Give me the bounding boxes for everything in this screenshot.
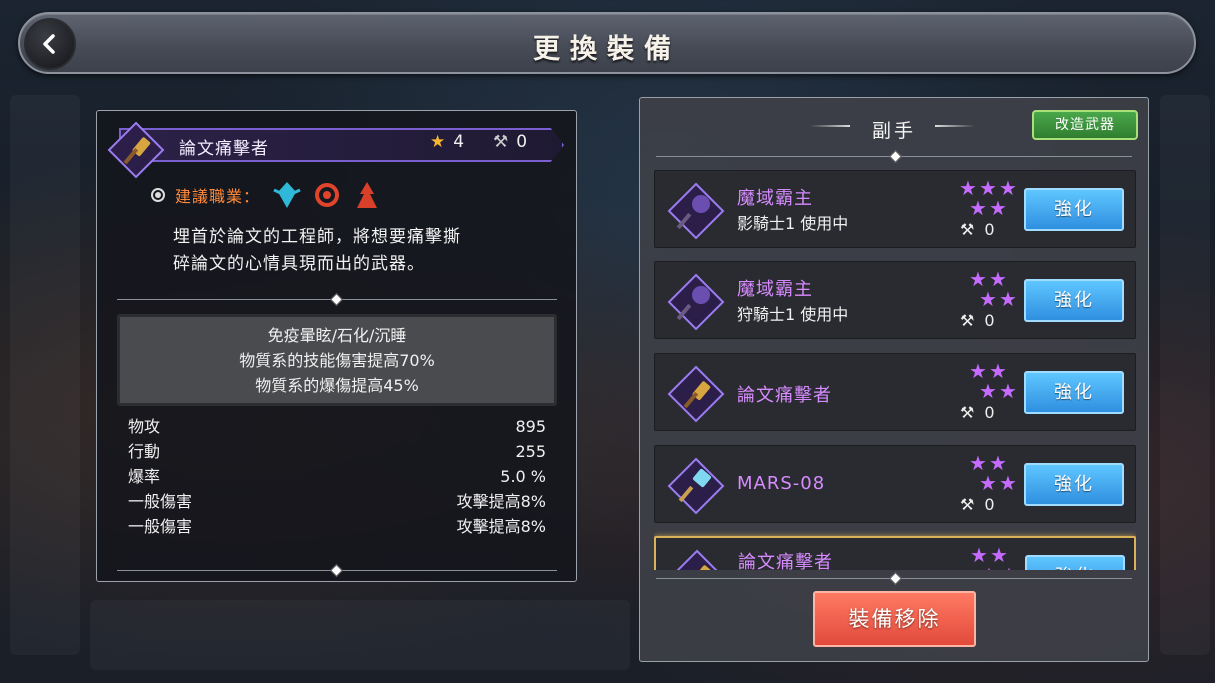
divider-diamond-icon [330,564,343,577]
hammer-icon: ⚒ [960,220,975,239]
stat-row: 物攻 895 [128,417,546,436]
stat-row: 行動 255 [128,442,546,461]
four-stars-icon: ★ ★ ★ ★ [970,543,1018,570]
remove-equipment-button[interactable]: 裝備移除 [813,591,976,647]
job-class-red-icon[interactable] [310,178,344,212]
stat-row: 一般傷害 攻擊提高8% [128,492,546,511]
bullet-icon [151,188,165,202]
weapon-name: 論文痛擊者 [738,552,833,570]
hammer-count: ⚒ 0 [960,495,995,514]
enhance-button[interactable]: 強化 [1025,555,1125,570]
modify-weapon-button[interactable]: 改造武器 [1032,110,1138,140]
five-stars-icon: ★ ★ ★ ★ ★ [959,176,1017,219]
svg-text:★: ★ [979,287,997,310]
hammer-icon: ⚒ [493,132,509,152]
stat-row: 一般傷害 攻擊提高8% [128,517,546,536]
jobs-label: 建議職業： [175,187,261,206]
svg-text:★: ★ [999,471,1017,494]
stat-row: 爆率 5.0 % [128,467,546,486]
equipment-detail-panel: 論文痛擊者 ★ 4 ⚒ 0 建議職業： 埋首於論文的工程師，將想要痛擊撕 碎論文的心… [96,110,577,582]
four-stars-icon: ★ ★ ★ ★ [969,359,1017,402]
weapon-status: 影騎士1 使用中 [737,214,849,233]
weapon-card[interactable]: 論文痛擊者 ★ ★ ★ ★ ⚒ 0 強化 [654,353,1136,431]
hammer-count: ⚒ 0 [960,403,995,422]
svg-text:★: ★ [979,379,997,402]
weapon-card[interactable]: 魔域霸主 影騎士1 使用中 ★ ★ ★ ★ ★ ⚒ 0 強化 [654,170,1136,248]
divider-diamond-icon [330,293,343,306]
item-hammer-count: ⚒ 0 [493,132,528,152]
hammer-icon: ⚒ [960,403,975,422]
svg-text:★: ★ [999,287,1017,310]
svg-text:★: ★ [999,379,1017,402]
background-floor [90,600,630,670]
job-class-blue-icon[interactable] [270,178,304,212]
recommended-jobs: 建議職業： [151,178,390,212]
divider-diamond-icon [889,572,902,585]
star-icon: ★ [430,132,446,152]
enhance-button[interactable]: 強化 [1024,188,1124,231]
hammer-weapon-icon [107,121,165,179]
hammer-count: ⚒ 0 [960,311,995,330]
weapon-name: 魔域霸主 [737,188,813,209]
header-bar: 更換裝備 [18,12,1196,74]
weapon-name: 論文痛擊者 [737,385,832,406]
item-description: 埋首於論文的工程師，將想要痛擊撕 碎論文的心情具現而出的武器。 [173,227,461,274]
four-stars-icon: ★ ★ ★ ★ [969,267,1017,310]
item-star-count: ★ 4 [430,132,465,152]
svg-text:★: ★ [1000,563,1018,570]
job-class-flame-icon[interactable] [350,178,384,212]
page-title: 更換裝備 [533,34,681,65]
hammer-count: ⚒ 0 [960,220,995,239]
weapon-list[interactable]: 魔域霸主 影騎士1 使用中 ★ ★ ★ ★ ★ ⚒ 0 強化 魔域霸主 狩騎士1 使用中… [654,170,1136,570]
svg-text:★: ★ [980,563,998,570]
weapon-name: 魔域霸主 [737,279,813,300]
weapon-status: 狩騎士1 使用中 [737,305,849,324]
dark-mace-icon [667,182,725,240]
enhance-button[interactable]: 強化 [1024,463,1124,506]
svg-text:★: ★ [969,196,987,219]
title-ornament-right [935,125,975,127]
special-effects-box: 免疫暈眩/石化/沉睡 物質系的技能傷害提高70% 物質系的爆傷提高45% [117,314,557,406]
weapon-select-panel: 副手 改造武器 魔域霸主 影騎士1 使用中 ★ ★ ★ ★ ★ ⚒ 0 強化 魔… [639,97,1149,662]
hammer-icon: ⚒ [960,311,975,330]
dark-mace-icon [667,273,725,331]
weapon-card[interactable]: 魔域霸主 狩騎士1 使用中 ★ ★ ★ ★ ⚒ 0 強化 [654,261,1136,339]
divider-diamond-icon [889,150,902,163]
item-name: 論文痛擊者 [179,139,269,159]
weapon-card[interactable]: MARS-08 ★ ★ ★ ★ ⚒ 0 強化 [654,445,1136,523]
weapon-name: MARS-08 [737,473,826,494]
enhance-button[interactable]: 強化 [1024,279,1124,322]
background-shelf [1160,95,1210,655]
svg-text:★: ★ [989,196,1007,219]
hammer-icon: ⚒ [960,495,975,514]
crystal-mace-icon [667,457,725,515]
weapon-card-selected[interactable]: 論文痛擊者 ★★ ★★ ⚒0 強化 [654,536,1136,570]
enhance-button[interactable]: 強化 [1024,371,1124,414]
four-stars-icon: ★ ★ ★ ★ [969,451,1017,494]
hammer-weapon-icon [667,365,725,423]
background-shelf [10,95,80,655]
hammer-weapon-icon [676,549,718,570]
stats-list: 物攻 895 行動 255 爆率 5.0 % 一般傷害 攻擊提高8% 一般傷害 攻擊提高8… [128,414,546,539]
svg-text:★: ★ [979,471,997,494]
